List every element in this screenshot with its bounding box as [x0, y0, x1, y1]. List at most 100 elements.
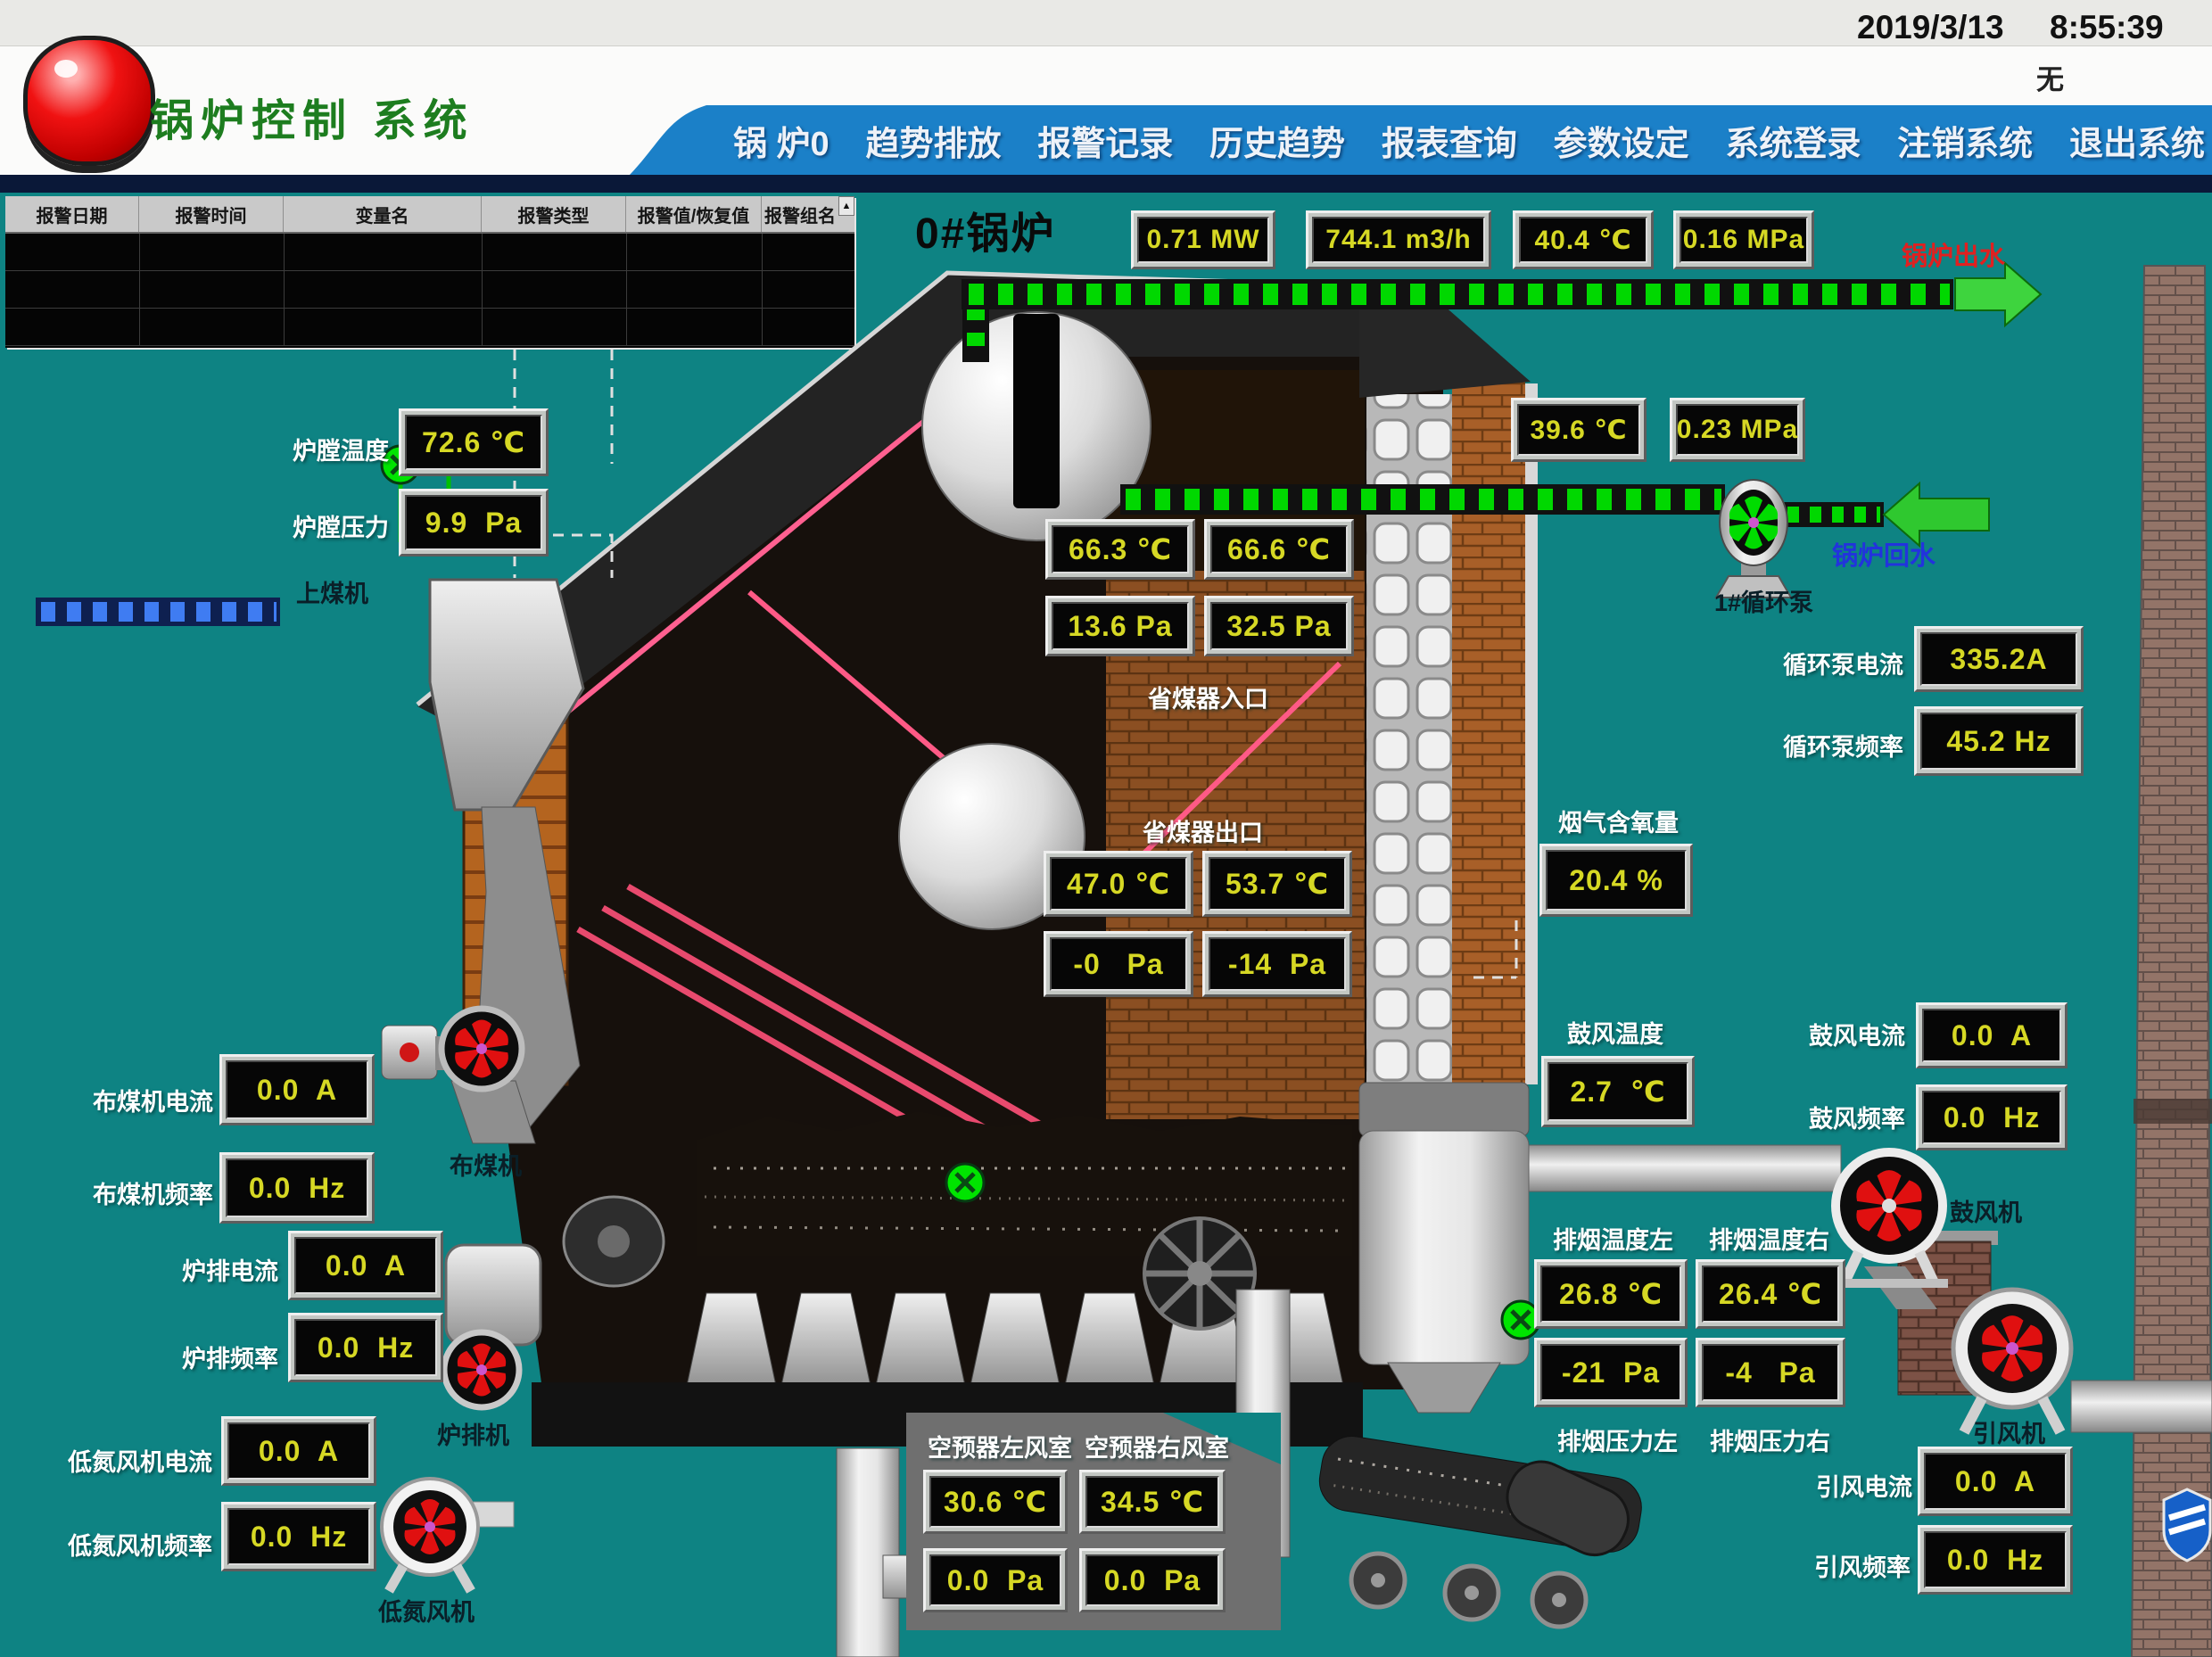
return-temp-value: 39.6 ℃ — [1517, 404, 1640, 456]
return-pipe-label: 锅炉回水 — [1832, 535, 1936, 573]
eco-out-temp1-display: 47.0 ℃ — [1044, 851, 1193, 917]
oxygen-display: 20.4 % — [1539, 844, 1693, 917]
outlet-power-display: 0.71 MW — [1131, 210, 1275, 269]
return-pressure-value: 0.23 MPa — [1676, 404, 1799, 456]
eco-in-pres2-value: 32.5 Pa — [1210, 602, 1348, 650]
furnace-pressure-label: 炉膛压力 — [293, 508, 389, 543]
eco-out-temp2-value: 53.7 ℃ — [1209, 857, 1346, 911]
eco-out-pres1-display: -0 Pa — [1044, 931, 1193, 997]
blast-temp-display: 2.7 ℃ — [1541, 1056, 1695, 1127]
blast-current-value: 0.0 A — [1922, 1009, 2061, 1062]
down-duct — [837, 1448, 899, 1657]
oxygen-label: 烟气含氧量 — [1558, 804, 1679, 838]
preheater-right-label: 空预器右风室 — [1085, 1429, 1229, 1463]
eco-in-temp2-value: 66.6 ℃ — [1210, 525, 1348, 573]
eco-in-label: 省煤器入口 — [1148, 680, 1268, 714]
oxygen-value: 20.4 % — [1546, 850, 1687, 911]
outlet-pipe-label: 锅炉出水 — [1902, 235, 2005, 273]
induced-fan-label: 引风机 — [1973, 1414, 2045, 1449]
exhaust-pres-right-display: -4 Pa — [1696, 1338, 1845, 1407]
furnace-pressure-value: 9.9 Pa — [405, 495, 542, 550]
spreader-current-label: 布煤机电流 — [93, 1083, 213, 1117]
eco-out-label: 省煤器出口 — [1143, 813, 1263, 848]
spreader-freq-display: 0.0 Hz — [219, 1152, 375, 1224]
outlet-temp-display: 40.4 ℃ — [1513, 210, 1654, 269]
grate-machine-label: 炉排机 — [437, 1416, 509, 1451]
exhaust-pres-left-value: -21 Pa — [1540, 1344, 1681, 1401]
preheater-pres-left-value: 0.0 Pa — [929, 1554, 1061, 1606]
eco-in-pres2-display: 32.5 Pa — [1204, 596, 1354, 656]
ash-conveyor — [1315, 1432, 1646, 1627]
circ-current-display: 335.2A — [1914, 626, 2084, 692]
blast-freq-display: 0.0 Hz — [1916, 1084, 2068, 1150]
grate-current-value: 0.0 A — [294, 1237, 437, 1294]
return-temp-display: 39.6 ℃ — [1511, 398, 1647, 462]
furnace-temp-value: 72.6 ℃ — [405, 415, 542, 470]
induced-freq-value: 0.0 Hz — [1924, 1531, 2067, 1588]
blast-temp-label: 鼓风温度 — [1567, 1015, 1663, 1050]
lownox-current-label: 低氮风机电流 — [68, 1443, 212, 1478]
exhaust-pres-right-value: -4 Pa — [1702, 1344, 1839, 1401]
grate-machine[interactable] — [444, 1245, 541, 1407]
induced-freq-display: 0.0 Hz — [1918, 1525, 2073, 1595]
outlet-temp-value: 40.4 ℃ — [1519, 217, 1647, 263]
lownox-fan-label: 低氮风机 — [378, 1593, 475, 1628]
induced-fan[interactable] — [1953, 1290, 2071, 1432]
grate-freq-value: 0.0 Hz — [294, 1319, 437, 1376]
grate-freq-display: 0.0 Hz — [288, 1313, 443, 1382]
eco-out-temp1-value: 47.0 ℃ — [1050, 857, 1187, 911]
flue-duct — [1527, 1145, 1841, 1191]
furnace-temp-label: 炉膛温度 — [293, 432, 389, 466]
spreader-freq-label: 布煤机频率 — [93, 1175, 213, 1210]
blast-freq-value: 0.0 Hz — [1922, 1091, 2061, 1144]
preheater-pres-right-display: 0.0 Pa — [1079, 1548, 1226, 1612]
lownox-current-display: 0.0 A — [221, 1416, 376, 1486]
low-nox-fan[interactable] — [382, 1479, 514, 1591]
circulation-pump[interactable] — [1716, 480, 1791, 598]
dust-collector — [1359, 1083, 1529, 1413]
preheater-left-label: 空预器左风室 — [928, 1429, 1072, 1463]
preheater-temp-right-value: 34.5 ℃ — [1085, 1476, 1219, 1528]
boiler-title: 0#锅炉 — [915, 198, 1055, 260]
eco-out-pres1-value: -0 Pa — [1050, 937, 1187, 991]
grate-current-display: 0.0 A — [288, 1231, 443, 1300]
valve-indicator — [946, 1164, 984, 1201]
exhaust-temp-right-value: 26.4 ℃ — [1702, 1265, 1839, 1323]
induced-current-display: 0.0 A — [1918, 1447, 2073, 1516]
coal-spreader-machine[interactable] — [382, 1009, 535, 1143]
belt-conveyor-label: 上煤机 — [296, 574, 368, 609]
exhaust-pres-left-label: 排烟压力左 — [1557, 1422, 1678, 1457]
chimney — [2132, 266, 2212, 1657]
circulation-pump-label: 1#循环泵 — [1714, 583, 1813, 618]
circ-current-value: 335.2A — [1920, 632, 2077, 686]
outlet-pressure-display: 0.16 MPa — [1673, 210, 1814, 269]
induced-freq-label: 引风频率 — [1814, 1548, 1911, 1583]
exhaust-temp-left-label: 排烟温度左 — [1553, 1221, 1673, 1256]
spreader-current-display: 0.0 A — [219, 1054, 375, 1125]
lownox-freq-label: 低氮风机频率 — [68, 1527, 212, 1562]
preheater-pres-right-value: 0.0 Pa — [1085, 1554, 1219, 1606]
grate-freq-label: 炉排频率 — [182, 1340, 278, 1374]
lownox-current-value: 0.0 A — [227, 1422, 370, 1480]
steam-drum — [922, 312, 1151, 540]
furnace-temp-display: 72.6 ℃ — [399, 408, 549, 476]
eco-in-temp1-value: 66.3 ℃ — [1052, 525, 1189, 573]
eco-out-temp2-display: 53.7 ℃ — [1202, 851, 1352, 917]
preheater-temp-right-display: 34.5 ℃ — [1079, 1470, 1226, 1534]
spreader-current-value: 0.0 A — [226, 1060, 368, 1119]
induced-current-label: 引风电流 — [1816, 1468, 1912, 1503]
eco-in-pres1-display: 13.6 Pa — [1045, 596, 1195, 656]
outlet-flow-display: 744.1 m3/h — [1306, 210, 1491, 269]
outlet-power-value: 0.71 MW — [1137, 217, 1269, 263]
exhaust-temp-right-label: 排烟温度右 — [1709, 1221, 1829, 1256]
preheater-temp-left-value: 30.6 ℃ — [929, 1476, 1061, 1528]
outlet-pressure-value: 0.16 MPa — [1680, 217, 1808, 263]
circ-freq-display: 45.2 Hz — [1914, 706, 2084, 776]
vendor-logo — [2164, 1489, 2210, 1561]
furnace-pressure-display: 9.9 Pa — [399, 489, 549, 556]
exhaust-pres-right-label: 排烟压力右 — [1710, 1422, 1830, 1457]
eco-in-pres1-value: 13.6 Pa — [1052, 602, 1189, 650]
induced-outlet-duct — [2071, 1381, 2212, 1432]
outlet-flow-value: 744.1 m3/h — [1312, 217, 1485, 263]
exhaust-temp-left-display: 26.8 ℃ — [1534, 1259, 1688, 1329]
